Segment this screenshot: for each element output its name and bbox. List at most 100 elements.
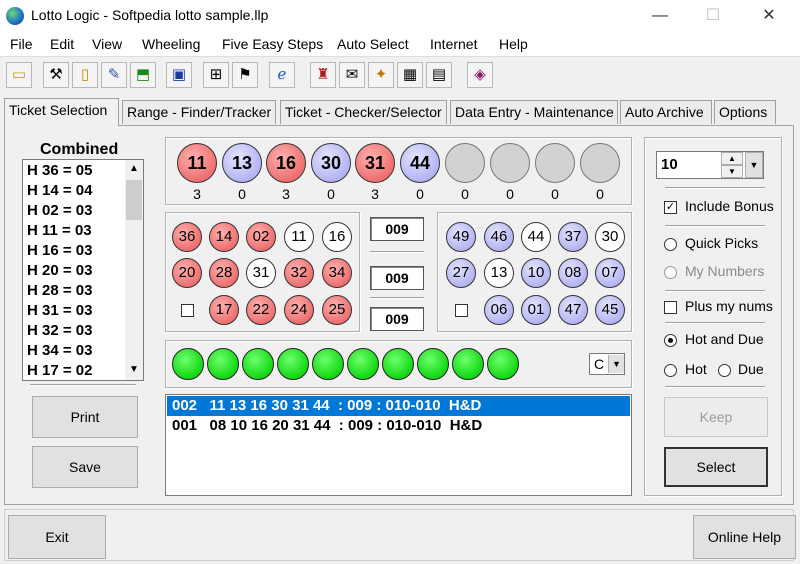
selection-ball[interactable] (242, 348, 274, 380)
include-bonus-checkbox[interactable]: ✓ (664, 201, 677, 214)
hot-and-due-radio[interactable] (664, 334, 677, 347)
selection-ball[interactable] (417, 348, 449, 380)
due-ball[interactable]: 49 (446, 222, 476, 252)
due-ball[interactable]: 08 (558, 258, 588, 288)
wizard-icon[interactable]: ✦ (368, 62, 394, 88)
spin-down-icon[interactable]: ▼ (721, 165, 743, 178)
hot-and-due-label[interactable]: Hot and Due (685, 331, 764, 347)
drawn-ball[interactable] (535, 143, 575, 183)
hot-radio[interactable] (664, 364, 677, 377)
drawn-ball[interactable] (490, 143, 530, 183)
list-scrollbar[interactable]: ▲ ▼ (125, 160, 143, 380)
due-label[interactable]: Due (738, 361, 764, 377)
list-item[interactable]: H 34 = 03 (23, 341, 123, 361)
hot-ball[interactable]: 14 (209, 222, 239, 252)
selection-ball[interactable] (172, 348, 204, 380)
due-ball[interactable]: 37 (558, 222, 588, 252)
menu-file[interactable]: File (10, 36, 33, 52)
due-ball[interactable]: 13 (484, 258, 514, 288)
tab-range-finder[interactable]: Range - Finder/Tracker (122, 100, 276, 124)
drawn-ball[interactable]: 44 (400, 143, 440, 183)
lottery-machine-icon[interactable]: ♜ (310, 62, 336, 88)
chevron-down-icon[interactable]: ▼ (608, 355, 624, 373)
hot-ball[interactable]: 28 (209, 258, 239, 288)
book-icon[interactable]: ◈ (467, 62, 493, 88)
select-button[interactable]: Select (664, 447, 768, 487)
due-ball[interactable]: 46 (484, 222, 514, 252)
table-icon[interactable]: ▦ (397, 62, 423, 88)
chevron-down-icon[interactable]: ▼ (745, 152, 763, 178)
combined-total-box[interactable]: 009 (370, 266, 424, 290)
scroll-down-icon[interactable]: ▼ (129, 364, 139, 375)
hot-ball[interactable]: 24 (284, 295, 314, 325)
export-icon[interactable]: ⬒ (130, 62, 156, 88)
due-ball[interactable]: 06 (484, 295, 514, 325)
hot-ball[interactable]: 32 (284, 258, 314, 288)
drawn-ball[interactable] (445, 143, 485, 183)
hot-ball[interactable]: 02 (246, 222, 276, 252)
tickets-list[interactable]: 002 11 13 16 30 31 44 : 009 : 010-010 H&… (165, 394, 632, 496)
due-ball[interactable]: 07 (595, 258, 625, 288)
list-item[interactable]: H 17 = 02 (23, 361, 123, 380)
combined-list[interactable]: H 36 = 05 H 14 = 04 H 02 = 03 H 11 = 03 … (22, 159, 144, 381)
tab-data-entry[interactable]: Data Entry - Maintenance (450, 100, 618, 124)
selection-ball[interactable] (487, 348, 519, 380)
drawn-ball[interactable]: 11 (177, 143, 217, 183)
hot-label[interactable]: Hot (685, 361, 707, 377)
plus-my-nums-checkbox[interactable] (664, 301, 677, 314)
maximize-button[interactable]: ☐ (690, 0, 736, 32)
due-ball[interactable]: 47 (558, 295, 588, 325)
exit-button[interactable]: Exit (8, 515, 106, 559)
hot-ball[interactable]: 34 (322, 258, 352, 288)
list-item[interactable]: H 14 = 04 (23, 181, 123, 201)
list-item[interactable]: H 32 = 03 (23, 321, 123, 341)
due-total-box[interactable]: 009 (370, 307, 424, 331)
keep-button[interactable]: Keep (664, 397, 768, 437)
ticket-icon[interactable]: ✉ (339, 62, 365, 88)
due-ball[interactable]: 30 (595, 222, 625, 252)
list-item[interactable]: H 31 = 03 (23, 301, 123, 321)
tab-auto-archive[interactable]: Auto Archive (620, 100, 712, 124)
selection-ball[interactable] (277, 348, 309, 380)
menu-help[interactable]: Help (499, 36, 528, 52)
c-dropdown[interactable]: C ▼ (589, 353, 625, 375)
print-button[interactable]: Print (32, 396, 138, 438)
menu-view[interactable]: View (92, 36, 122, 52)
selection-ball[interactable] (207, 348, 239, 380)
open-folder-icon[interactable]: ▭ (6, 62, 32, 88)
drawn-ball[interactable]: 30 (311, 143, 351, 183)
menu-internet[interactable]: Internet (430, 36, 477, 52)
hot-ball[interactable]: 11 (284, 222, 314, 252)
close-button[interactable]: ✕ (746, 0, 792, 32)
tab-ticket-selection[interactable]: Ticket Selection (4, 98, 119, 126)
tab-options[interactable]: Options (714, 100, 776, 124)
hot-ball[interactable]: 22 (246, 295, 276, 325)
due-ball[interactable]: 45 (595, 295, 625, 325)
minimize-button[interactable]: — (637, 0, 683, 32)
scroll-thumb[interactable] (126, 180, 142, 220)
hot-ball[interactable]: 16 (322, 222, 352, 252)
wheel-icon[interactable]: ⊞ (203, 62, 229, 88)
save-button[interactable]: Save (32, 446, 138, 488)
my-numbers-radio[interactable] (664, 266, 677, 279)
hot-ball[interactable]: 36 (172, 222, 202, 252)
tab-ticket-checker[interactable]: Ticket - Checker/Selector (280, 100, 447, 124)
due-ball[interactable]: 01 (521, 295, 551, 325)
drawn-ball[interactable] (580, 143, 620, 183)
menu-five-easy-steps[interactable]: Five Easy Steps (222, 36, 323, 52)
save-icon[interactable]: ▤ (426, 62, 452, 88)
browser-icon[interactable]: ℯ (269, 62, 295, 88)
list-item[interactable]: H 02 = 03 (23, 201, 123, 221)
hot-ball[interactable]: 31 (246, 258, 276, 288)
notebook-icon[interactable]: ▯ (72, 62, 98, 88)
quick-picks-label[interactable]: Quick Picks (685, 235, 758, 251)
selection-ball[interactable] (347, 348, 379, 380)
list-item[interactable]: H 16 = 03 (23, 241, 123, 261)
menu-wheeling[interactable]: Wheeling (142, 36, 200, 52)
hot-ball[interactable]: 25 (322, 295, 352, 325)
drawn-ball[interactable]: 16 (266, 143, 306, 183)
spin-up-icon[interactable]: ▲ (721, 152, 743, 165)
menu-auto-select[interactable]: Auto Select (337, 36, 409, 52)
menu-edit[interactable]: Edit (50, 36, 74, 52)
hot-total-box[interactable]: 009 (370, 217, 424, 241)
